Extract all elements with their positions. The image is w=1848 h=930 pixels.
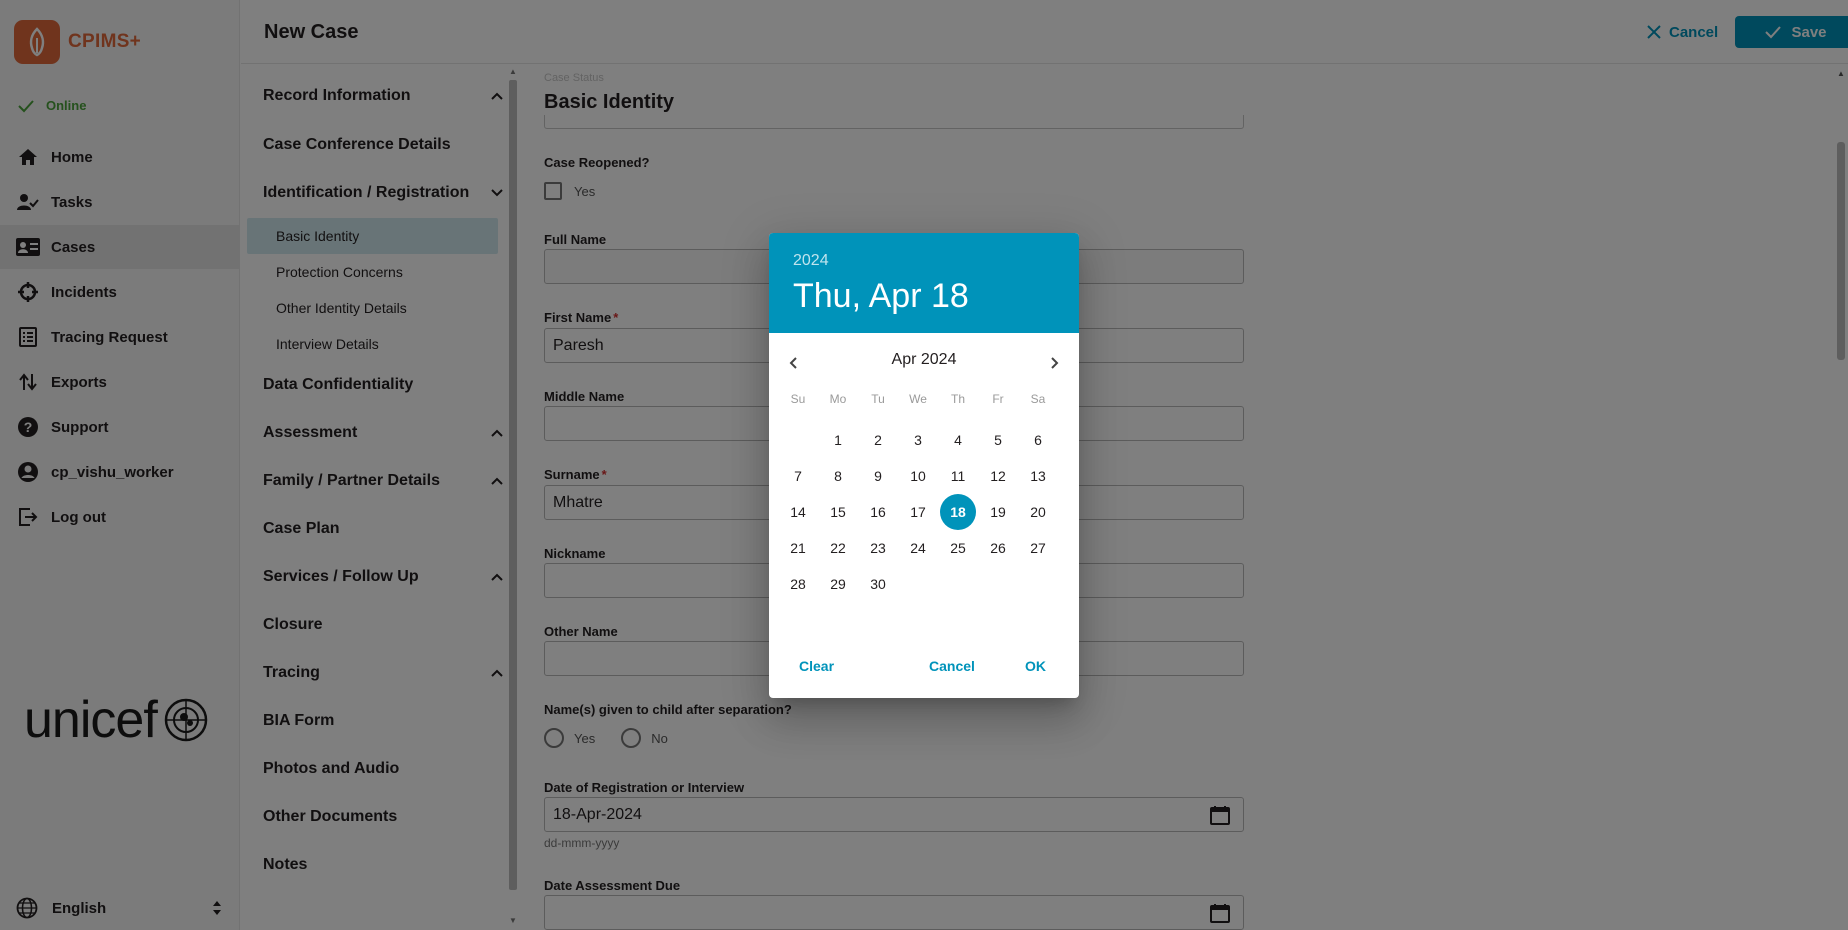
calendar-day[interactable]: 26 [980,530,1016,566]
clear-button[interactable]: Clear [799,658,834,678]
next-month-button[interactable] [1041,349,1069,377]
calendar-day[interactable]: 11 [940,458,976,494]
calendar-day[interactable]: 3 [900,422,936,458]
calendar-day[interactable]: 8 [820,458,856,494]
weekday-label: Mo [829,392,847,406]
calendar-day[interactable]: 16 [860,494,896,530]
chevron-right-icon [1051,357,1059,369]
date-cancel-button[interactable]: Cancel [929,658,975,678]
calendar-day[interactable]: 24 [900,530,936,566]
calendar-day[interactable]: 10 [900,458,936,494]
calendar-day[interactable]: 30 [860,566,896,602]
calendar-day[interactable]: 20 [1020,494,1056,530]
calendar-day[interactable]: 17 [900,494,936,530]
selected-date-display[interactable]: Thu, Apr 18 [793,277,969,316]
calendar-day[interactable]: 21 [780,530,816,566]
calendar-day-selected[interactable]: 18 [940,494,976,530]
ok-button[interactable]: OK [1025,658,1046,678]
weekday-label: Th [950,392,965,406]
year-selector[interactable]: 2024 [793,252,829,270]
calendar-day[interactable]: 2 [860,422,896,458]
calendar-day[interactable]: 15 [820,494,856,530]
month-label: Apr 2024 [891,351,957,368]
calendar-day[interactable]: 12 [980,458,1016,494]
weekday-label: Su [790,392,806,406]
calendar-day[interactable]: 25 [940,530,976,566]
date-picker-dialog: 2024 Thu, Apr 18 Apr 2024 Su Mo Tu We Th Fr Sa… [769,233,1079,698]
calendar-day[interactable]: 27 [1020,530,1056,566]
calendar-day[interactable]: 29 [820,566,856,602]
calendar-day[interactable]: 13 [1020,458,1056,494]
weekday-label: Tu [871,392,885,406]
calendar-day[interactable]: 6 [1020,422,1056,458]
calendar-day[interactable]: 23 [860,530,896,566]
weekday-label: Fr [992,392,1004,406]
calendar-day[interactable]: 1 [820,422,856,458]
calendar-day[interactable]: 9 [860,458,896,494]
calendar-day[interactable]: 19 [980,494,1016,530]
date-picker-header: 2024 Thu, Apr 18 [769,233,1079,333]
weekday-label: Sa [1030,392,1046,406]
calendar-day[interactable]: 4 [940,422,976,458]
calendar-day[interactable]: 22 [820,530,856,566]
calendar-day[interactable]: 5 [980,422,1016,458]
calendar-day[interactable]: 28 [780,566,816,602]
calendar-day[interactable]: 14 [780,494,816,530]
weekday-label: We [909,392,927,406]
calendar-day[interactable]: 7 [780,458,816,494]
